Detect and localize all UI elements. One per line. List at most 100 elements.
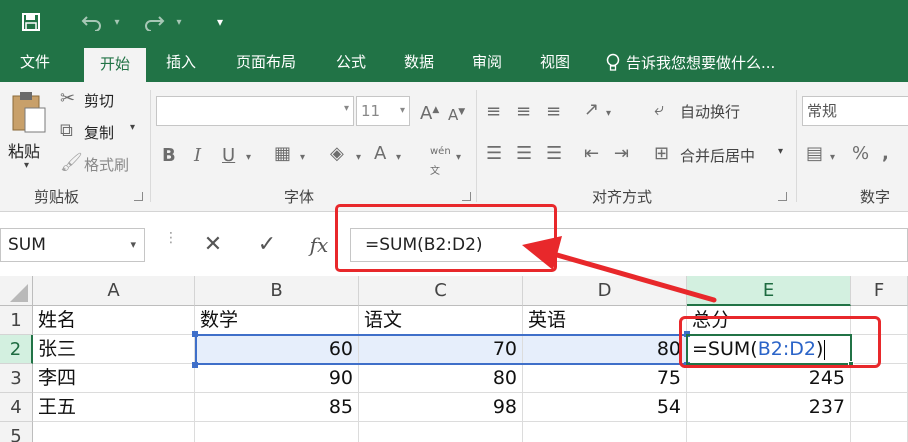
cell-e5[interactable]	[687, 422, 851, 442]
underline-icon[interactable]: U	[222, 146, 235, 166]
copy-button[interactable]: ⧉ 复制 ▾	[58, 120, 148, 144]
align-center-icon[interactable]: ☰	[516, 144, 532, 164]
range-handle[interactable]	[192, 362, 198, 368]
cell-c4[interactable]: 98	[359, 393, 523, 422]
tab-review[interactable]: 审阅	[462, 44, 512, 82]
orientation-icon[interactable]: ↗	[584, 100, 599, 120]
row-header-2[interactable]: 2	[0, 335, 33, 364]
column-header-c[interactable]: C	[359, 276, 523, 306]
cell-a1[interactable]: 姓名	[33, 306, 195, 335]
cell-f2[interactable]	[851, 335, 908, 364]
increase-indent-icon[interactable]: ⇥	[614, 144, 629, 164]
phonetic-icon[interactable]: wén 文	[430, 142, 451, 182]
align-left-icon[interactable]: ☰	[486, 144, 502, 164]
tab-view[interactable]: 视图	[530, 44, 580, 82]
select-all-corner[interactable]	[0, 276, 33, 306]
undo-icon[interactable]	[78, 9, 106, 35]
fill-color-icon[interactable]: ◈	[330, 144, 344, 164]
merge-center-button[interactable]: ⊞ 合并后居中 ▾	[654, 142, 794, 168]
column-header-f[interactable]: F	[851, 276, 908, 306]
accounting-dropdown-icon[interactable]: ▾	[830, 148, 835, 168]
wrap-text-button[interactable]: ⤶ 自动换行	[654, 98, 764, 124]
name-box[interactable]: SUM ▾	[0, 228, 145, 262]
tab-formulas[interactable]: 公式	[326, 44, 376, 82]
cell-f1[interactable]	[851, 306, 908, 335]
cell-e1[interactable]: 总分	[687, 306, 851, 335]
borders-dropdown-icon[interactable]: ▾	[300, 148, 305, 168]
cell-c5[interactable]	[359, 422, 523, 442]
redo-dropdown-icon[interactable]: ▾	[172, 9, 186, 35]
row-header-4[interactable]: 4	[0, 393, 33, 422]
cell-c1[interactable]: 语文	[359, 306, 523, 335]
cell-b3[interactable]: 90	[195, 364, 359, 393]
cell-d4[interactable]: 54	[523, 393, 687, 422]
font-color-icon[interactable]: A	[374, 144, 386, 164]
cell-f4[interactable]	[851, 393, 908, 422]
accounting-format-icon[interactable]: ▤	[806, 144, 823, 164]
cell-d2[interactable]: 80	[523, 335, 687, 364]
cell-b2[interactable]: 60	[195, 335, 359, 364]
insert-function-button[interactable]: fx	[304, 228, 334, 262]
cell-e4[interactable]: 237	[687, 393, 851, 422]
column-header-d[interactable]: D	[523, 276, 687, 306]
bottom-align-icon[interactable]: ≡	[546, 102, 561, 122]
borders-icon[interactable]: ▦	[274, 144, 291, 164]
align-right-icon[interactable]: ☰	[546, 144, 562, 164]
font-name-dropdown-icon[interactable]: ▾	[344, 103, 349, 114]
alignment-launcher-icon[interactable]	[778, 192, 787, 201]
bold-icon[interactable]: B	[162, 146, 176, 166]
cell-b5[interactable]	[195, 422, 359, 442]
tab-home[interactable]: 开始	[84, 48, 146, 82]
tab-page-layout[interactable]: 页面布局	[224, 44, 308, 82]
font-size-box[interactable]: 11 ▾	[356, 96, 410, 126]
cell-e2-editing[interactable]: =SUM(B2:D2)	[687, 335, 851, 364]
clipboard-launcher-icon[interactable]	[134, 192, 143, 201]
customize-quick-access-icon[interactable]: ▾	[210, 9, 230, 35]
cell-e3[interactable]: 245	[687, 364, 851, 393]
cut-button[interactable]: ✂ 剪切	[58, 88, 128, 112]
cell-f5[interactable]	[851, 422, 908, 442]
increase-font-icon[interactable]: A▲	[420, 100, 439, 124]
worksheet-grid[interactable]: A B C D E F 1 姓名 数学 语文 英语 总分 2 张三 60 70 …	[0, 276, 908, 442]
formula-bar-grip-icon[interactable]: ⋮	[164, 231, 178, 245]
cancel-icon[interactable]: ✕	[198, 228, 228, 262]
format-painter-button[interactable]: 🖌 格式刷	[58, 152, 148, 176]
orientation-dropdown-icon[interactable]: ▾	[606, 104, 611, 124]
decrease-indent-icon[interactable]: ⇤	[584, 144, 599, 164]
tab-file[interactable]: 文件	[8, 44, 62, 82]
middle-align-icon[interactable]: ≡	[516, 102, 531, 122]
cell-b4[interactable]: 85	[195, 393, 359, 422]
column-header-a[interactable]: A	[33, 276, 195, 306]
font-name-box[interactable]: ▾	[156, 96, 354, 126]
comma-style-icon[interactable]: ,	[882, 144, 889, 164]
enter-icon[interactable]: ✓	[252, 228, 282, 262]
cell-a5[interactable]	[33, 422, 195, 442]
paste-button[interactable]: 粘贴 ▾	[6, 86, 52, 176]
column-header-b[interactable]: B	[195, 276, 359, 306]
range-handle[interactable]	[684, 331, 690, 337]
range-handle[interactable]	[192, 331, 198, 337]
cell-d5[interactable]	[523, 422, 687, 442]
number-format-box[interactable]: 常规	[802, 96, 908, 126]
undo-dropdown-icon[interactable]: ▾	[110, 9, 124, 35]
tab-data[interactable]: 数据	[394, 44, 444, 82]
formula-input[interactable]: =SUM(B2:D2)	[350, 228, 908, 262]
row-header-3[interactable]: 3	[0, 364, 33, 393]
row-header-5[interactable]: 5	[0, 422, 33, 442]
cell-a4[interactable]: 王五	[33, 393, 195, 422]
cell-f3[interactable]	[851, 364, 908, 393]
italic-icon[interactable]: I	[194, 146, 201, 166]
fill-color-dropdown-icon[interactable]: ▾	[356, 148, 361, 168]
column-header-e[interactable]: E	[687, 276, 851, 306]
cell-c3[interactable]: 80	[359, 364, 523, 393]
redo-icon[interactable]	[140, 9, 168, 35]
fill-handle[interactable]	[848, 361, 854, 367]
row-header-1[interactable]: 1	[0, 306, 33, 335]
name-box-dropdown-icon[interactable]: ▾	[130, 229, 136, 261]
phonetic-dropdown-icon[interactable]: ▾	[456, 148, 461, 168]
tell-me-search[interactable]: 告诉我您想要做什么...	[606, 44, 775, 82]
font-size-dropdown-icon[interactable]: ▾	[400, 97, 405, 125]
cell-a2[interactable]: 张三	[33, 335, 195, 364]
decrease-font-icon[interactable]: A▼	[448, 102, 465, 125]
save-icon[interactable]	[18, 9, 44, 35]
